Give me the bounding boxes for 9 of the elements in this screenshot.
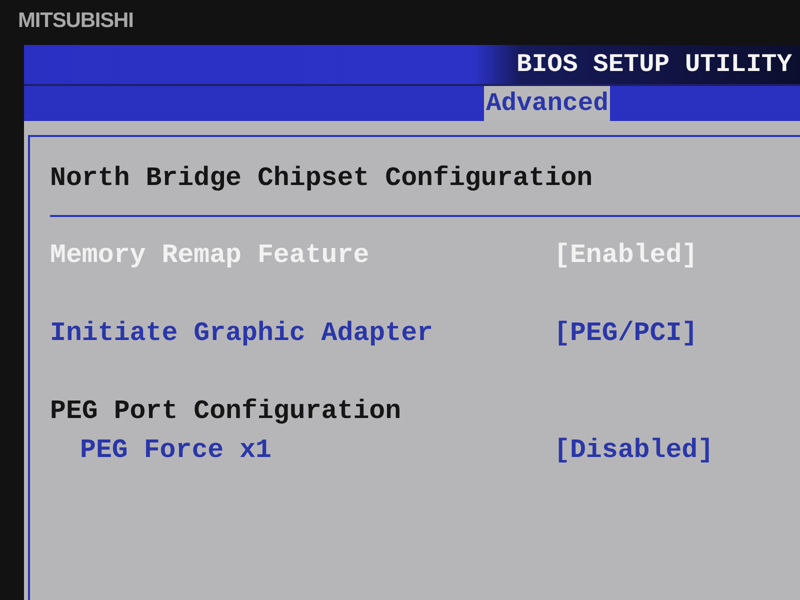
panel-title: North Bridge Chipset Configuration [50,162,593,195]
tab[interactable]: Advanced [484,86,610,121]
monitor-brand: MITSUBISHI [18,10,134,32]
setting-label[interactable]: Initiate Graphic Adapter [50,314,434,353]
setting-value[interactable]: [Disabled] [554,431,714,470]
setting-value[interactable]: [PEG/PCI] [554,314,698,353]
setting-label[interactable]: PEG Force x1 [80,431,272,470]
section-heading: PEG Port Configuration [50,395,402,428]
window-title: BIOS SETUP UTILITY [516,48,792,80]
